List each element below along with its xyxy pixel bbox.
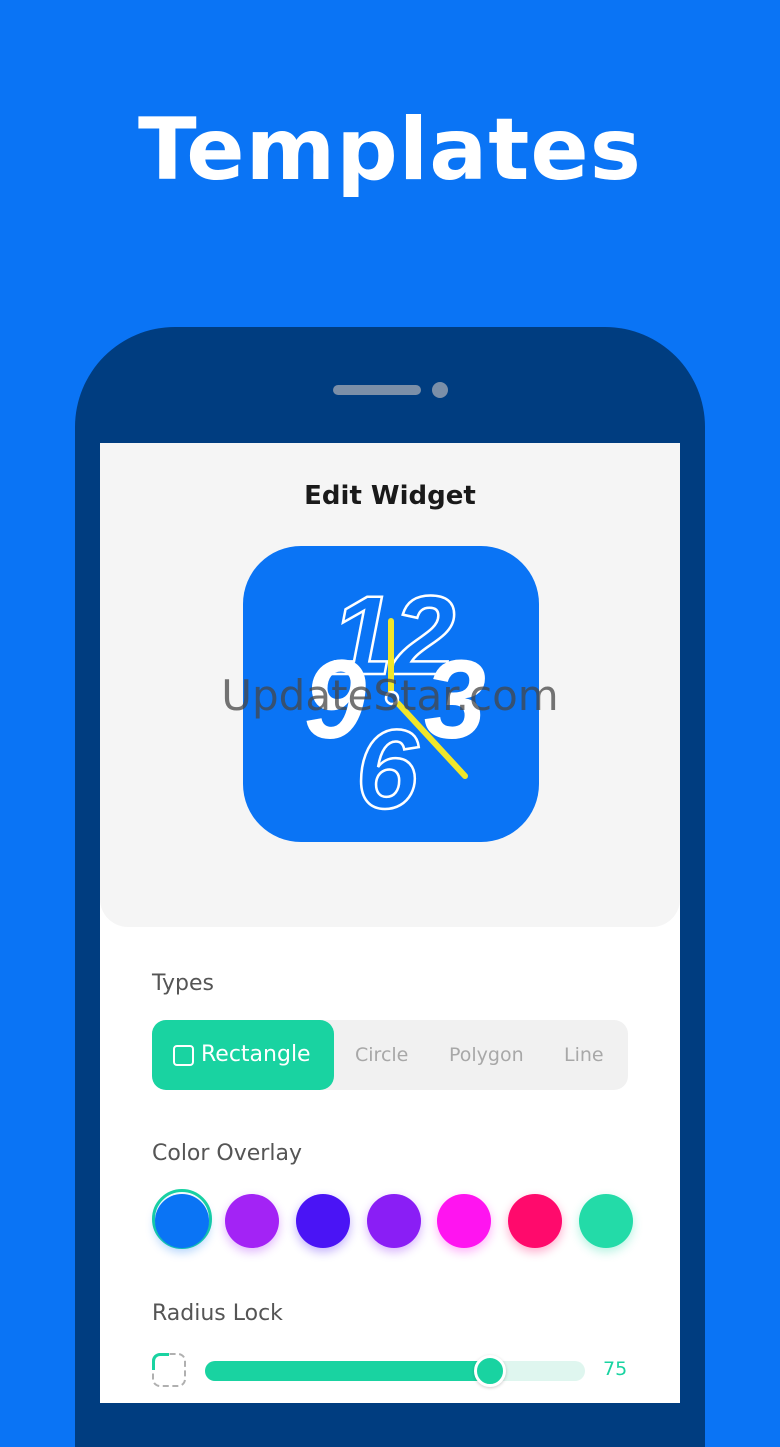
type-option-circle[interactable]: Circle: [355, 1020, 408, 1090]
color-swatch[interactable]: [579, 1194, 633, 1248]
rectangle-shape-icon: [173, 1045, 194, 1066]
phone-camera: [432, 382, 448, 398]
types-label: Types: [152, 971, 214, 996]
type-option-rectangle[interactable]: Rectangle: [152, 1020, 334, 1090]
color-swatch[interactable]: [367, 1194, 421, 1248]
color-swatch[interactable]: [508, 1194, 562, 1248]
radius-slider-thumb[interactable]: [474, 1355, 506, 1387]
type-option-line[interactable]: Line: [564, 1020, 604, 1090]
phone-speaker: [333, 385, 421, 395]
color-overlay-label: Color Overlay: [152, 1141, 302, 1166]
color-swatch[interactable]: [437, 1194, 491, 1248]
color-swatch[interactable]: [225, 1194, 279, 1248]
types-segmented-control: Rectangle Circle Polygon Line: [152, 1020, 628, 1090]
radius-lock-label: Radius Lock: [152, 1301, 283, 1326]
type-option-polygon[interactable]: Polygon: [449, 1020, 524, 1090]
radius-lock-icon[interactable]: [152, 1353, 186, 1387]
widget-preview-area: Edit Widget 12 9 3 6 UpdateStar.com: [100, 443, 680, 927]
screen-title: Edit Widget: [304, 481, 476, 511]
radius-slider-fill: [205, 1361, 490, 1381]
watermark: UpdateStar.com: [221, 671, 559, 720]
numeral-6: 6: [356, 707, 419, 832]
radius-value: 75: [603, 1358, 628, 1380]
radius-slider[interactable]: [205, 1355, 585, 1387]
corner-radius-indicator: [152, 1353, 169, 1370]
hero-title: Templates: [138, 100, 642, 200]
color-swatch[interactable]: [155, 1194, 209, 1248]
app-screen: Edit Widget 12 9 3 6 UpdateStar.com Type…: [100, 443, 680, 1403]
color-swatch[interactable]: [296, 1194, 350, 1248]
